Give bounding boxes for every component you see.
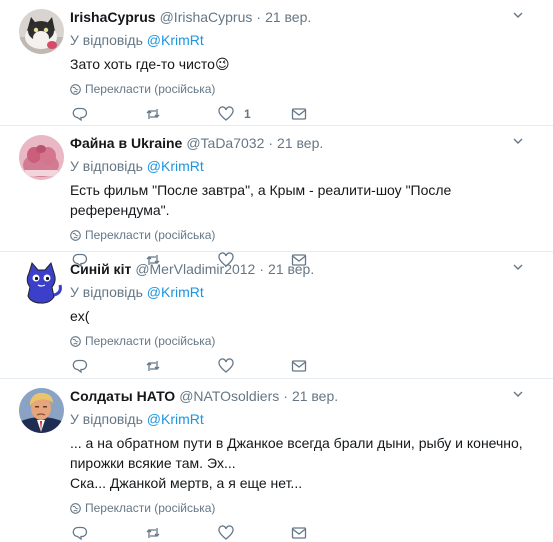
heart-icon bbox=[218, 525, 234, 540]
tweet-text-line: пирожки всякие там. Эх... bbox=[70, 455, 236, 471]
separator-dot: · bbox=[268, 135, 274, 151]
author-name[interactable]: Файна в Ukraine bbox=[70, 134, 182, 152]
reply-context: У відповідь @KrimRt bbox=[70, 31, 539, 49]
tweet-text-line: ... а на обратном пути в Джанкое всегда … bbox=[70, 435, 523, 451]
chevron-down-icon[interactable] bbox=[513, 389, 523, 399]
reply-button[interactable] bbox=[72, 525, 145, 541]
separator-dot: · bbox=[283, 388, 288, 404]
direct-message-button[interactable] bbox=[291, 106, 364, 122]
retweet-icon bbox=[146, 361, 160, 371]
reply-context: У відповідь @KrimRt bbox=[70, 283, 539, 301]
translate-label: Перекласти (російська) bbox=[85, 228, 216, 242]
tweet-header: Синій кіт @MerVladimir2012 · 21 вер. bbox=[70, 260, 539, 278]
author-handle[interactable]: @TaDa7032 bbox=[186, 134, 264, 152]
reply-mention[interactable]: @KrimRt bbox=[147, 32, 204, 48]
tweet-text: Есть фильм "После завтра", а Крым - реал… bbox=[70, 182, 452, 218]
retweet-button[interactable] bbox=[145, 525, 218, 541]
translate-link[interactable]: Перекласти (російська) bbox=[70, 501, 539, 515]
blue-cat-avatar[interactable] bbox=[19, 261, 64, 306]
cat-avatar[interactable] bbox=[19, 9, 64, 54]
tweet-header: Файна в Ukraine @TaDa7032 · 21 вер. bbox=[70, 134, 539, 152]
tweet-actions bbox=[70, 515, 539, 542]
tweet-header: IrishaCyprus @IrishaCyprus · 21 вер. bbox=[70, 8, 539, 26]
globe-icon bbox=[70, 335, 81, 347]
tweet-text: ... а на обратном пути в Джанкое всегда … bbox=[70, 433, 539, 493]
tweet-text: ex( bbox=[70, 308, 90, 324]
retweet-icon bbox=[146, 109, 160, 119]
reply-context: У відповідь @KrimRt bbox=[70, 410, 539, 428]
man-avatar[interactable] bbox=[19, 388, 64, 433]
author-name[interactable]: IrishaCyprus bbox=[70, 8, 156, 26]
direct-message-button[interactable] bbox=[291, 358, 364, 374]
like-count: 1 bbox=[244, 107, 251, 121]
heart-icon bbox=[218, 106, 234, 121]
retweet-button[interactable] bbox=[145, 358, 218, 374]
translate-link[interactable]: Перекласти (російська) bbox=[70, 82, 539, 96]
reply-icon bbox=[72, 107, 88, 122]
tweet-time[interactable]: 21 вер. bbox=[268, 260, 314, 278]
reply-button[interactable] bbox=[72, 358, 145, 374]
separator-dot: · bbox=[259, 261, 265, 277]
reply-prefix: У відповідь bbox=[70, 411, 143, 427]
reply-icon bbox=[72, 526, 88, 541]
globe-icon bbox=[70, 83, 81, 95]
tweet-header: Солдаты НАТО @NATOsoldiers · 21 вер. bbox=[70, 387, 539, 405]
envelope-icon bbox=[291, 527, 307, 539]
retweet-icon bbox=[146, 528, 160, 538]
envelope-icon bbox=[291, 108, 307, 120]
globe-icon bbox=[70, 502, 81, 514]
envelope-icon bbox=[291, 360, 307, 372]
translate-link[interactable]: Перекласти (російська) bbox=[70, 334, 539, 348]
separator-dot: · bbox=[256, 9, 262, 25]
like-button[interactable] bbox=[218, 358, 291, 374]
author-handle[interactable]: @MerVladimir2012 bbox=[135, 260, 255, 278]
author-handle[interactable]: @NATOsoldiers bbox=[179, 387, 279, 405]
tweet[interactable]: Солдаты НАТО @NATOsoldiers · 21 вер. У в… bbox=[0, 379, 553, 542]
author-name[interactable]: Синій кіт bbox=[70, 260, 131, 278]
translate-label: Перекласти (російська) bbox=[85, 334, 216, 348]
author-handle[interactable]: @IrishaCyprus bbox=[160, 8, 253, 26]
like-button[interactable]: 1 bbox=[218, 106, 291, 122]
translate-label: Перекласти (російська) bbox=[85, 501, 216, 515]
tweet[interactable]: Файна в Ukraine @TaDa7032 · 21 вер. У ві… bbox=[0, 126, 553, 268]
reply-mention[interactable]: @KrimRt bbox=[147, 158, 204, 174]
like-button[interactable] bbox=[218, 525, 291, 541]
reply-context: У відповідь @KrimRt bbox=[70, 157, 539, 175]
tweet[interactable]: Синій кіт @MerVladimir2012 · 21 вер. У в… bbox=[0, 252, 553, 379]
reply-prefix: У відповідь bbox=[70, 158, 143, 174]
chevron-down-icon[interactable] bbox=[513, 10, 523, 20]
retweet-button[interactable] bbox=[145, 106, 218, 122]
reply-button[interactable] bbox=[72, 106, 145, 122]
chevron-down-icon[interactable] bbox=[513, 136, 523, 146]
reply-prefix: У відповідь bbox=[70, 284, 143, 300]
reply-prefix: У відповідь bbox=[70, 32, 143, 48]
translate-label: Перекласти (російська) bbox=[85, 82, 216, 96]
author-name[interactable]: Солдаты НАТО bbox=[70, 387, 175, 405]
translate-link[interactable]: Перекласти (російська) bbox=[70, 228, 539, 242]
reply-mention[interactable]: @KrimRt bbox=[147, 284, 204, 300]
reply-icon bbox=[72, 359, 88, 374]
direct-message-button[interactable] bbox=[291, 525, 364, 541]
tweet-time[interactable]: 21 вер. bbox=[292, 387, 338, 405]
tweet-text-line: Ска... Джанкой мертв, а я еще нет... bbox=[70, 475, 303, 491]
tweet-feed: IrishaCyprus @IrishaCyprus · 21 вер. У в… bbox=[0, 0, 553, 542]
tweet[interactable]: IrishaCyprus @IrishaCyprus · 21 вер. У в… bbox=[0, 0, 553, 126]
chevron-down-icon[interactable] bbox=[513, 262, 523, 272]
tweet-text: Зато хоть где-то чисто😉 bbox=[70, 56, 230, 72]
pink-avatar[interactable] bbox=[19, 135, 64, 180]
reply-mention[interactable]: @KrimRt bbox=[147, 411, 204, 427]
tweet-time[interactable]: 21 вер. bbox=[265, 8, 311, 26]
tweet-time[interactable]: 21 вер. bbox=[277, 134, 323, 152]
globe-icon bbox=[70, 229, 81, 241]
heart-icon bbox=[218, 358, 234, 373]
